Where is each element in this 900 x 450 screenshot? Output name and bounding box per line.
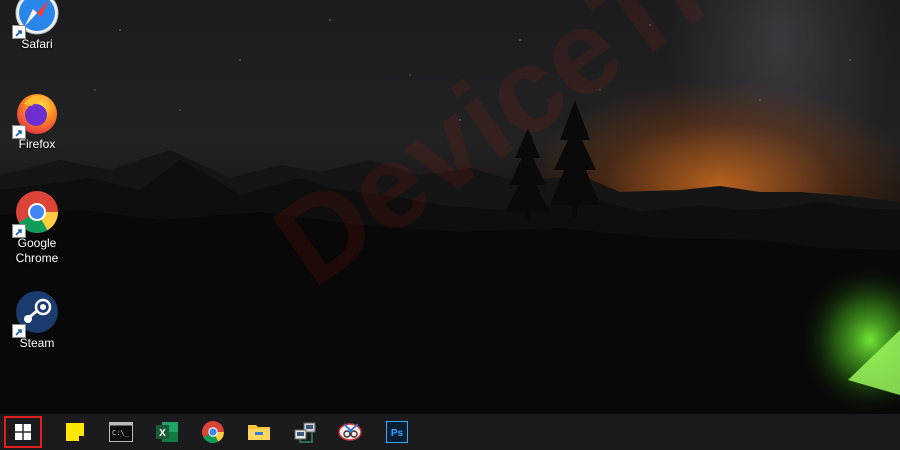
taskbar-sticky-notes[interactable] xyxy=(52,414,98,450)
safari-icon xyxy=(12,0,60,39)
excel-icon: X xyxy=(156,422,178,442)
photoshop-icon: Ps xyxy=(386,421,408,443)
chrome-icon xyxy=(202,421,224,443)
desktop-icon-steam[interactable]: Steam xyxy=(8,289,66,351)
network-connections-icon xyxy=(294,422,316,443)
taskbar-chrome[interactable] xyxy=(190,414,236,450)
taskbar-command-prompt[interactable]: C:\_ xyxy=(98,414,144,450)
snipping-tool-icon xyxy=(338,423,362,441)
taskbar: C:\_ X Ps xyxy=(0,414,900,450)
desktop-icon-label: Google Chrome xyxy=(15,236,59,265)
windows-start-icon xyxy=(15,424,31,440)
taskbar-excel[interactable]: X xyxy=(144,414,190,450)
shortcut-arrow-icon xyxy=(12,224,26,238)
photoshop-letters: Ps xyxy=(391,428,404,439)
start-button[interactable] xyxy=(4,416,42,448)
taskbar-network-connections[interactable] xyxy=(282,414,328,450)
desktop-icon-firefox[interactable]: Firefox xyxy=(8,90,66,152)
excel-letter: X xyxy=(159,428,166,439)
taskbar-file-explorer[interactable] xyxy=(236,414,282,450)
shortcut-arrow-icon xyxy=(12,125,26,139)
desktop-icon-google-chrome[interactable]: Google Chrome xyxy=(8,189,66,266)
cmd-prompt-text: C:\_ xyxy=(112,429,130,437)
steam-icon xyxy=(12,289,60,338)
desktop: DeviceTricks Safari Firefox Google Chrom… xyxy=(0,0,900,414)
shortcut-arrow-icon xyxy=(12,324,26,338)
desktop-icon-safari[interactable]: Safari xyxy=(8,0,66,52)
sticky-notes-icon xyxy=(66,423,84,441)
chrome-icon xyxy=(12,189,60,238)
shortcut-arrow-icon xyxy=(12,25,26,39)
firefox-icon xyxy=(12,90,60,139)
command-prompt-icon: C:\_ xyxy=(109,422,133,442)
taskbar-snipping-tool[interactable] xyxy=(328,414,374,450)
file-explorer-icon xyxy=(248,425,270,440)
wallpaper-landscape xyxy=(0,19,900,414)
taskbar-photoshop[interactable]: Ps xyxy=(374,414,420,450)
